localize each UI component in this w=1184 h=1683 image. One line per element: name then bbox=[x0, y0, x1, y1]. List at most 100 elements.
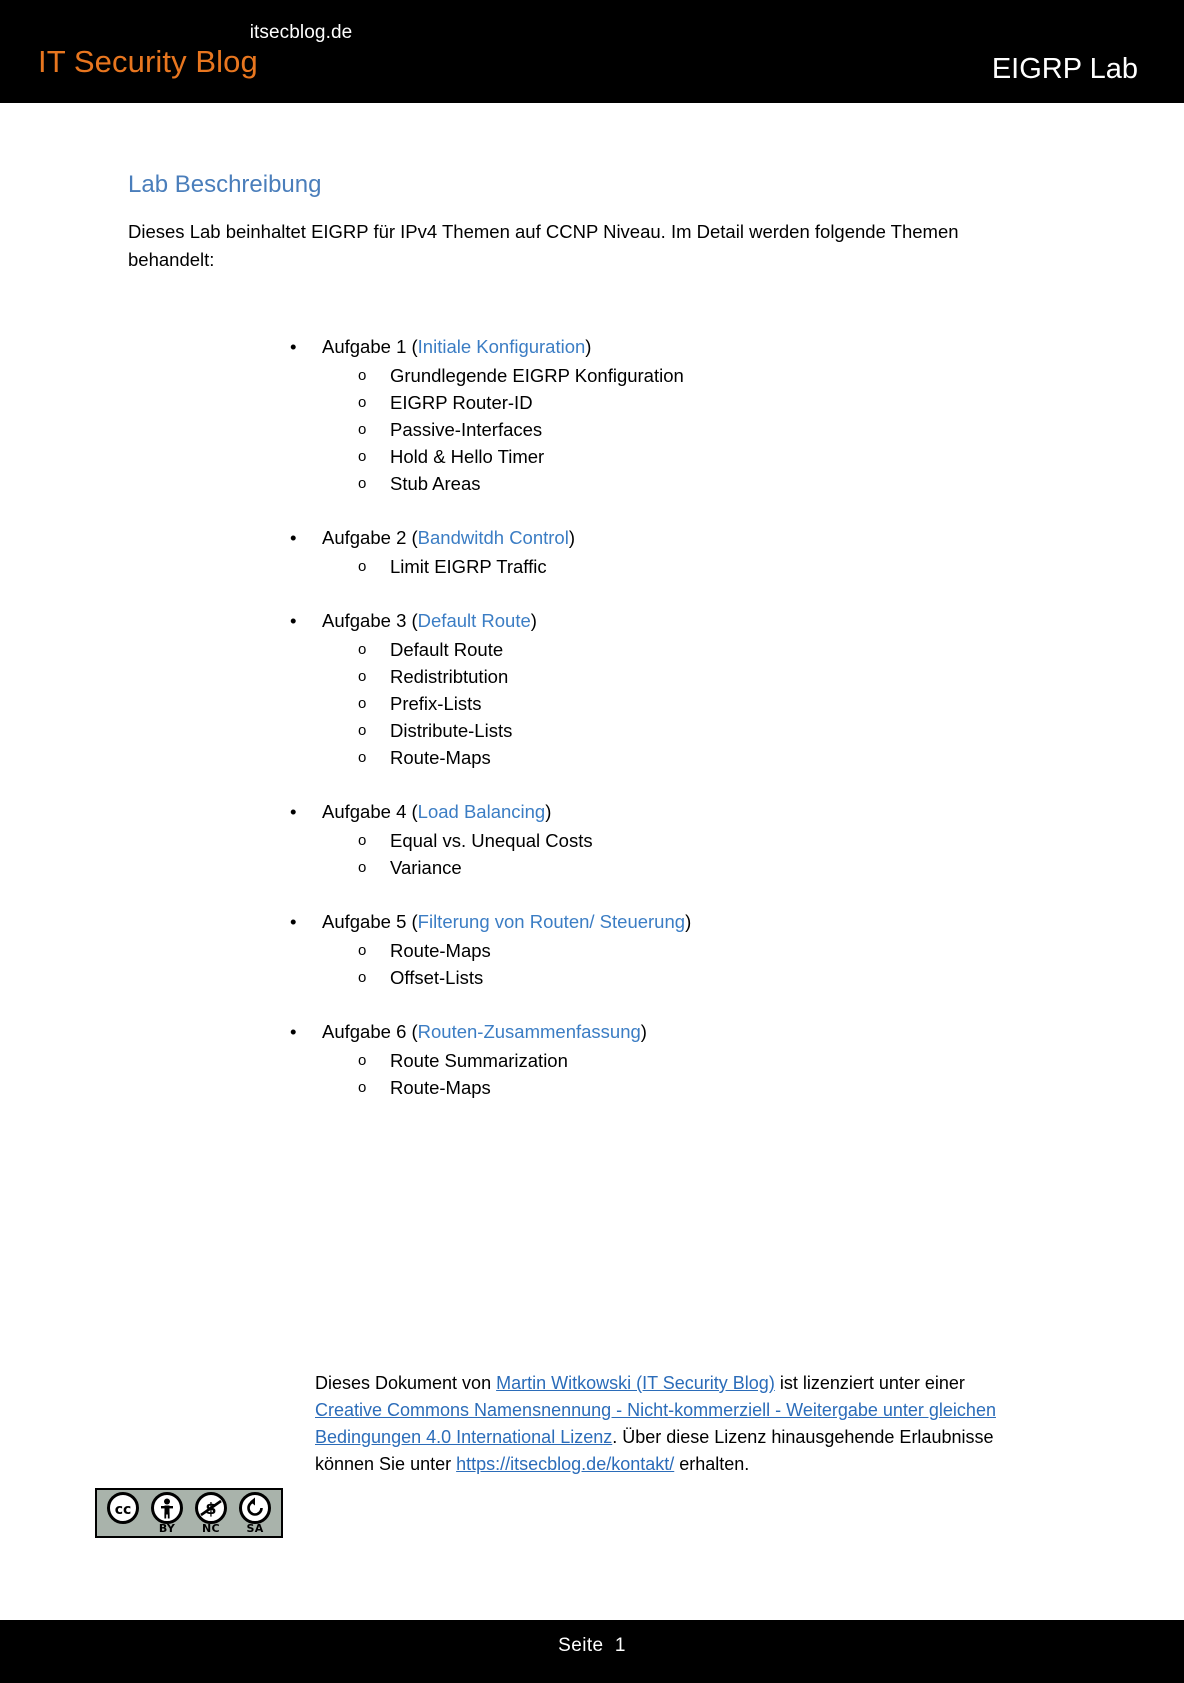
task-list: • Aufgabe 1 (Initiale Konfiguration) o Gru… bbox=[128, 332, 1058, 1101]
sub-item-label: Route-Maps bbox=[390, 940, 491, 961]
bullet-circle-icon: o bbox=[358, 421, 367, 438]
task-item: • Aufgabe 3 (Default Route) bbox=[128, 606, 1058, 636]
cc-label-nc: NC bbox=[202, 1521, 220, 1535]
sub-item-label: Default Route bbox=[390, 639, 504, 660]
sub-item: o Route-Maps bbox=[128, 1074, 1058, 1101]
task-link-label[interactable]: Routen-Zusammenfassung bbox=[418, 1021, 641, 1042]
bullet-disc-icon: • bbox=[290, 911, 297, 932]
task-suffix: ) bbox=[568, 527, 575, 548]
bullet-circle-icon: o bbox=[358, 969, 367, 986]
sub-item: o Default Route bbox=[128, 636, 1058, 663]
bullet-circle-icon: o bbox=[358, 1052, 367, 1069]
sub-item-label: Stub Areas bbox=[390, 473, 481, 494]
page-title: Lab Beschreibung bbox=[128, 171, 322, 198]
page-number-value: 1 bbox=[614, 1635, 626, 1656]
page-number: Seite 1 bbox=[0, 1634, 1184, 1658]
sub-item: o Stub Areas bbox=[128, 470, 1058, 497]
task-group: • Aufgabe 3 (Default Route) o Default Rout… bbox=[128, 606, 1058, 771]
sub-item-label: Route-Maps bbox=[390, 1077, 491, 1098]
bullet-circle-icon: o bbox=[358, 394, 367, 411]
sub-item-label: Route Summarization bbox=[390, 1050, 568, 1071]
sub-item: o Route Summarization bbox=[128, 1047, 1058, 1074]
sub-item: o Route-Maps bbox=[128, 744, 1058, 771]
bullet-disc-icon: • bbox=[290, 336, 297, 357]
bullet-disc-icon: • bbox=[290, 527, 297, 548]
sub-item: o Equal vs. Unequal Costs bbox=[128, 827, 1058, 854]
contact-link[interactable]: https://itsecblog.de/kontakt/ bbox=[456, 1454, 674, 1474]
bullet-disc-icon: • bbox=[290, 1021, 297, 1042]
page-header: itsecblog.de IT Security Blog EIGRP Lab bbox=[0, 0, 1184, 103]
brand-domain: itsecblog.de bbox=[249, 22, 353, 43]
task-prefix: Aufgabe 2 ( bbox=[322, 527, 418, 548]
sub-item-label: Distribute-Lists bbox=[390, 720, 513, 741]
bullet-circle-icon: o bbox=[358, 749, 367, 766]
sub-item-label: Limit EIGRP Traffic bbox=[390, 556, 547, 577]
license-text: Dieses Dokument von Martin Witkowski (IT… bbox=[315, 1370, 1035, 1478]
sub-item-label: Hold & Hello Timer bbox=[390, 446, 545, 467]
sub-item: o Passive-Interfaces bbox=[128, 416, 1058, 443]
bullet-circle-icon: o bbox=[358, 722, 367, 739]
sub-item: o Hold & Hello Timer bbox=[128, 443, 1058, 470]
task-prefix: Aufgabe 1 ( bbox=[322, 336, 418, 357]
document-title: EIGRP Lab bbox=[991, 53, 1138, 85]
task-link-label[interactable]: Bandwitdh Control bbox=[418, 527, 569, 548]
task-group: • Aufgabe 6 (Routen-Zusammenfassung) o Rou… bbox=[128, 1017, 1058, 1101]
task-item: • Aufgabe 4 (Load Balancing) bbox=[128, 797, 1058, 827]
task-group: • Aufgabe 2 (Bandwitdh Control) o Limit EI… bbox=[128, 523, 1058, 580]
bullet-circle-icon: o bbox=[358, 942, 367, 959]
task-suffix: ) bbox=[530, 610, 537, 631]
bullet-circle-icon: o bbox=[358, 448, 367, 465]
sub-item-label: Passive-Interfaces bbox=[390, 419, 543, 440]
bullet-circle-icon: o bbox=[358, 695, 367, 712]
task-prefix: Aufgabe 6 ( bbox=[322, 1021, 418, 1042]
task-prefix: Aufgabe 5 ( bbox=[322, 911, 418, 932]
bullet-circle-icon: o bbox=[358, 367, 367, 384]
sub-item: o Prefix-Lists bbox=[128, 690, 1058, 717]
task-suffix: ) bbox=[545, 801, 552, 822]
sub-item: o Route-Maps bbox=[128, 937, 1058, 964]
task-group: • Aufgabe 1 (Initiale Konfiguration) o Gru… bbox=[128, 332, 1058, 497]
sub-item: o EIGRP Router-ID bbox=[128, 389, 1058, 416]
bullet-circle-icon: o bbox=[358, 558, 367, 575]
cc-label-row: BY NC SA bbox=[97, 1520, 281, 1536]
task-item: • Aufgabe 6 (Routen-Zusammenfassung) bbox=[128, 1017, 1058, 1047]
sub-item: o Limit EIGRP Traffic bbox=[128, 553, 1058, 580]
sub-item-label: Route-Maps bbox=[390, 747, 491, 768]
license-text-part2: ist lizenziert unter einer bbox=[774, 1373, 965, 1393]
bullet-circle-icon: o bbox=[358, 475, 367, 492]
task-suffix: ) bbox=[685, 911, 692, 932]
document-body: Lab Beschreibung Dieses Lab beinhaltet E… bbox=[128, 170, 1058, 1101]
task-item: • Aufgabe 2 (Bandwitdh Control) bbox=[128, 523, 1058, 553]
sub-item: o Offset-Lists bbox=[128, 964, 1058, 991]
license-text-part4: erhalten. bbox=[674, 1454, 750, 1474]
bullet-circle-icon: o bbox=[358, 668, 367, 685]
cc-label-sa: SA bbox=[246, 1521, 264, 1535]
sub-item-label: Equal vs. Unequal Costs bbox=[390, 830, 593, 851]
svg-text:cc: cc bbox=[115, 1502, 132, 1518]
sub-item-label: Prefix-Lists bbox=[390, 693, 482, 714]
sub-item-label: Variance bbox=[390, 857, 462, 878]
author-link[interactable]: Martin Witkowski (IT Security Blog) bbox=[496, 1373, 775, 1393]
task-group: • Aufgabe 4 (Load Balancing) o Equal vs. U… bbox=[128, 797, 1058, 881]
task-suffix: ) bbox=[585, 336, 592, 357]
task-suffix: ) bbox=[640, 1021, 647, 1042]
intro-paragraph: Dieses Lab beinhaltet EIGRP für IPv4 The… bbox=[128, 221, 959, 270]
task-link-label[interactable]: Default Route bbox=[418, 610, 531, 631]
sub-item: o Variance bbox=[128, 854, 1058, 881]
license-text-part1: Dieses Dokument von bbox=[315, 1373, 497, 1393]
task-link-label[interactable]: Filterung von Routen/ Steuerung bbox=[418, 911, 685, 932]
bullet-circle-icon: o bbox=[358, 832, 367, 849]
bullet-circle-icon: o bbox=[358, 1079, 367, 1096]
bullet-disc-icon: • bbox=[290, 801, 297, 822]
sub-item: o Grundlegende EIGRP Konfiguration bbox=[128, 362, 1058, 389]
task-prefix: Aufgabe 3 ( bbox=[322, 610, 418, 631]
bullet-disc-icon: • bbox=[290, 610, 297, 631]
task-link-label[interactable]: Initiale Konfiguration bbox=[418, 336, 586, 357]
task-prefix: Aufgabe 4 ( bbox=[322, 801, 418, 822]
creative-commons-badge-icon[interactable]: cc $ bbox=[95, 1488, 283, 1538]
header-divider bbox=[0, 103, 1184, 105]
page-footer: Seite 1 bbox=[0, 1620, 1184, 1683]
sub-item-label: Offset-Lists bbox=[390, 967, 484, 988]
brand-block: itsecblog.de IT Security Blog bbox=[38, 22, 558, 81]
task-link-label[interactable]: Load Balancing bbox=[418, 801, 546, 822]
